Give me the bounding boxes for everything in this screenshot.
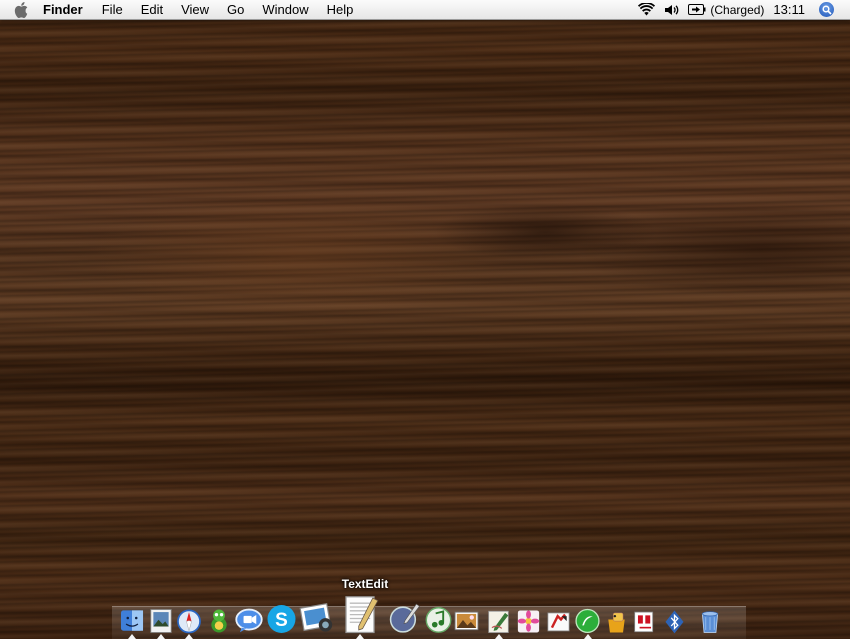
photo-app-icon[interactable] — [452, 606, 481, 635]
flower-app-icon[interactable] — [515, 608, 542, 635]
itunes-icon[interactable] — [423, 604, 454, 635]
running-indicator — [356, 634, 364, 639]
battery-status-label[interactable]: (Charged) — [710, 3, 764, 17]
trash-icon[interactable] — [696, 607, 724, 635]
finder-icon[interactable] — [118, 607, 146, 635]
dock: S — [112, 596, 746, 639]
menu-file[interactable]: File — [102, 0, 123, 19]
apple-menu-icon[interactable] — [14, 1, 30, 19]
menu-bar: Finder File Edit View Go Window Help (Ch… — [0, 0, 850, 20]
menu-window[interactable]: Window — [262, 0, 308, 19]
menu-view[interactable]: View — [181, 0, 209, 19]
iphoto-icon[interactable] — [298, 598, 335, 635]
script-editor-icon[interactable] — [388, 601, 422, 635]
spotlight-search-icon[interactable] — [819, 2, 834, 17]
menu-extras: (Charged) 13:11 — [638, 0, 850, 19]
adium-icon[interactable] — [205, 607, 233, 635]
wifi-icon[interactable] — [638, 3, 656, 16]
dreamweaver-icon[interactable] — [573, 606, 602, 635]
running-indicator — [185, 634, 193, 639]
menu-go[interactable]: Go — [227, 0, 244, 19]
menu-help[interactable]: Help — [327, 0, 354, 19]
dock-tooltip: TextEdit — [341, 577, 389, 591]
menu-app-finder[interactable]: Finder — [43, 0, 83, 19]
svg-text:S: S — [275, 610, 288, 631]
desktop-wallpaper — [0, 0, 850, 638]
textedit-icon[interactable] — [339, 593, 381, 635]
pen-app-icon[interactable] — [485, 608, 512, 635]
menu-edit[interactable]: Edit — [141, 0, 163, 19]
stuffit-icon[interactable] — [603, 608, 630, 635]
running-indicator — [583, 634, 592, 639]
pdf-app-icon[interactable] — [631, 608, 658, 635]
safari-icon[interactable] — [175, 607, 203, 635]
bluetooth-icon[interactable] — [661, 608, 688, 635]
running-indicator — [494, 634, 503, 639]
menu-clock[interactable]: 13:11 — [773, 2, 805, 17]
running-indicator — [128, 634, 136, 639]
battery-icon[interactable] — [688, 4, 706, 15]
running-indicator — [157, 634, 165, 639]
skype-icon[interactable]: S — [265, 602, 298, 635]
preview-icon[interactable] — [147, 607, 175, 635]
ichat-icon[interactable] — [234, 605, 264, 635]
transmit-app-icon[interactable] — [545, 608, 572, 635]
volume-icon[interactable] — [664, 4, 679, 16]
